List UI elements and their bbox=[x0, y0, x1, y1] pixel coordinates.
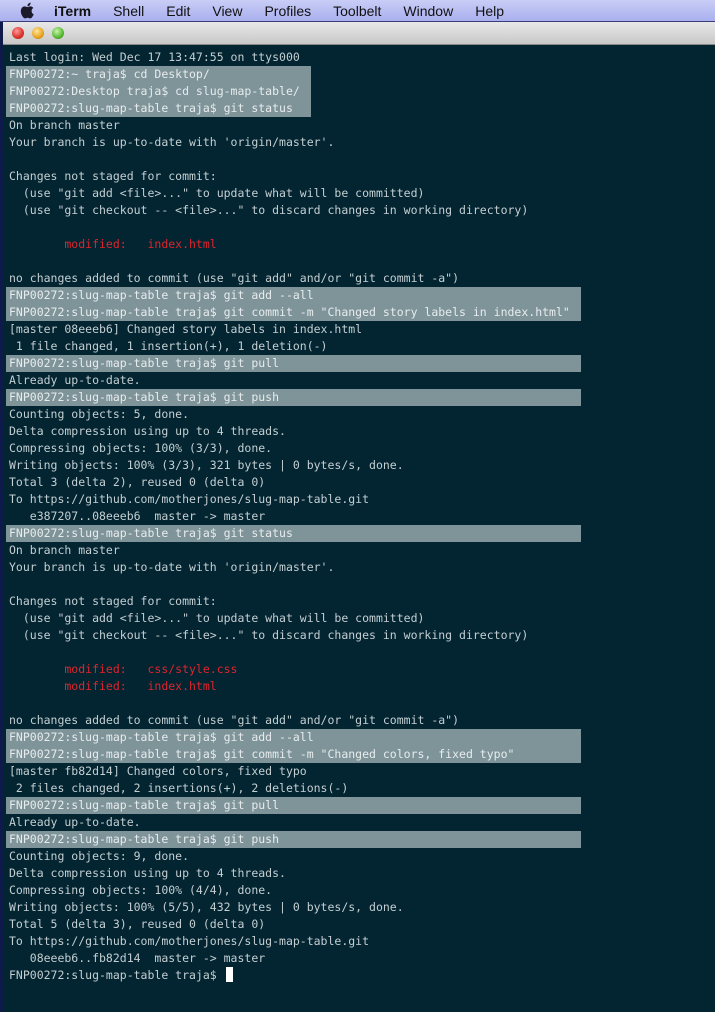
terminal-command-line: FNP00272:slug-map-table traja$ git add -… bbox=[6, 729, 581, 746]
terminal-command-line: FNP00272:slug-map-table traja$ git add -… bbox=[6, 287, 581, 304]
terminal-command-line: FNP00272:slug-map-table traja$ git pull bbox=[6, 797, 581, 814]
terminal-output-line: 2 files changed, 2 insertions(+), 2 dele… bbox=[9, 781, 349, 795]
menu-item-edit[interactable]: Edit bbox=[166, 3, 190, 19]
terminal-command-line: FNP00272:slug-map-table traja$ git push bbox=[6, 831, 581, 848]
terminal-output-line: Total 5 (delta 3), reused 0 (delta 0) bbox=[9, 917, 266, 931]
text-cursor bbox=[225, 967, 233, 982]
terminal-output-line: Counting objects: 5, done. bbox=[9, 407, 190, 421]
terminal-command-line: FNP00272:slug-map-table traja$ git commi… bbox=[6, 304, 581, 321]
iterm-window: Last login: Wed Dec 17 13:47:55 on ttys0… bbox=[3, 22, 715, 1012]
terminal-output-line: (use "git checkout -- <file>..." to disc… bbox=[9, 628, 529, 642]
minimize-button[interactable] bbox=[32, 27, 44, 39]
terminal-output-line: Delta compression using up to 4 threads. bbox=[9, 866, 286, 880]
terminal-output[interactable]: Last login: Wed Dec 17 13:47:55 on ttys0… bbox=[3, 45, 715, 1012]
terminal-command-line: FNP00272:slug-map-table traja$ git pull bbox=[6, 355, 581, 372]
terminal-output-line: On branch master bbox=[9, 543, 120, 557]
menu-item-window[interactable]: Window bbox=[403, 3, 453, 19]
menu-item-help[interactable]: Help bbox=[475, 3, 504, 19]
window-titlebar[interactable] bbox=[3, 22, 715, 45]
terminal-output-line: Last login: Wed Dec 17 13:47:55 on ttys0… bbox=[9, 50, 300, 64]
terminal-output-line: 1 file changed, 1 insertion(+), 1 deleti… bbox=[9, 339, 328, 353]
terminal-output-line: Already up-to-date. bbox=[9, 373, 141, 387]
terminal-command-line: FNP00272:~ traja$ cd Desktop/ bbox=[6, 66, 311, 83]
terminal-output-line: On branch master bbox=[9, 118, 120, 132]
terminal-output-line: Your branch is up-to-date with 'origin/m… bbox=[9, 560, 335, 574]
terminal-command-line: FNP00272:slug-map-table traja$ git statu… bbox=[6, 525, 581, 542]
terminal-command-line: FNP00272:Desktop traja$ cd slug-map-tabl… bbox=[6, 83, 311, 100]
terminal-output-line: 08eeeb6..fb82d14 master -> master bbox=[9, 951, 266, 965]
terminal-output-line: modified: index.html bbox=[9, 679, 217, 693]
terminal-output-line: Delta compression using up to 4 threads. bbox=[9, 424, 286, 438]
terminal-output-line: [master 08eeeb6] Changed story labels in… bbox=[9, 322, 363, 336]
menu-item-profiles[interactable]: Profiles bbox=[264, 3, 311, 19]
terminal-output-line: Compressing objects: 100% (4/4), done. bbox=[9, 883, 273, 897]
terminal-prompt-line[interactable]: FNP00272:slug-map-table traja$ bbox=[6, 967, 233, 984]
terminal-output-line: no changes added to commit (use "git add… bbox=[9, 271, 460, 285]
terminal-output-line: Counting objects: 9, done. bbox=[9, 849, 190, 863]
menu-item-toolbelt[interactable]: Toolbelt bbox=[333, 3, 381, 19]
terminal-output-line: (use "git checkout -- <file>..." to disc… bbox=[9, 203, 529, 217]
close-button[interactable] bbox=[12, 27, 24, 39]
menu-item-view[interactable]: View bbox=[212, 3, 242, 19]
apple-logo-icon[interactable] bbox=[20, 2, 36, 19]
terminal-output-line: To https://github.com/motherjones/slug-m… bbox=[9, 492, 370, 506]
zoom-button[interactable] bbox=[52, 27, 64, 39]
terminal-command-line: FNP00272:slug-map-table traja$ git statu… bbox=[6, 100, 311, 117]
terminal-output-line: Writing objects: 100% (3/3), 321 bytes |… bbox=[9, 458, 404, 472]
terminal-output-line: Compressing objects: 100% (3/3), done. bbox=[9, 441, 273, 455]
terminal-output-line: modified: css/style.css bbox=[9, 662, 238, 676]
terminal-output-line: Changes not staged for commit: bbox=[9, 169, 217, 183]
menu-bar: iTerm Shell Edit View Profiles Toolbelt … bbox=[0, 0, 715, 22]
terminal-output-line: e387207..08eeeb6 master -> master bbox=[9, 509, 266, 523]
menu-item-iterm[interactable]: iTerm bbox=[54, 3, 91, 19]
terminal-output-line: (use "git add <file>..." to update what … bbox=[9, 611, 425, 625]
terminal-output-line: To https://github.com/motherjones/slug-m… bbox=[9, 934, 370, 948]
menu-item-shell[interactable]: Shell bbox=[113, 3, 144, 19]
terminal-output-line: modified: index.html bbox=[9, 237, 217, 251]
terminal-output-line: no changes added to commit (use "git add… bbox=[9, 713, 460, 727]
prompt-text: FNP00272:slug-map-table traja$ bbox=[9, 968, 224, 982]
terminal-output-line: Total 3 (delta 2), reused 0 (delta 0) bbox=[9, 475, 266, 489]
terminal-command-line: FNP00272:slug-map-table traja$ git commi… bbox=[6, 746, 581, 763]
terminal-output-line: Writing objects: 100% (5/5), 432 bytes |… bbox=[9, 900, 404, 914]
terminal-output-line: Your branch is up-to-date with 'origin/m… bbox=[9, 135, 335, 149]
terminal-output-line: [master fb82d14] Changed colors, fixed t… bbox=[9, 764, 307, 778]
terminal-output-line: Already up-to-date. bbox=[9, 815, 141, 829]
terminal-command-line: FNP00272:slug-map-table traja$ git push bbox=[6, 389, 581, 406]
terminal-output-line: Changes not staged for commit: bbox=[9, 594, 217, 608]
terminal-output-line: (use "git add <file>..." to update what … bbox=[9, 186, 425, 200]
